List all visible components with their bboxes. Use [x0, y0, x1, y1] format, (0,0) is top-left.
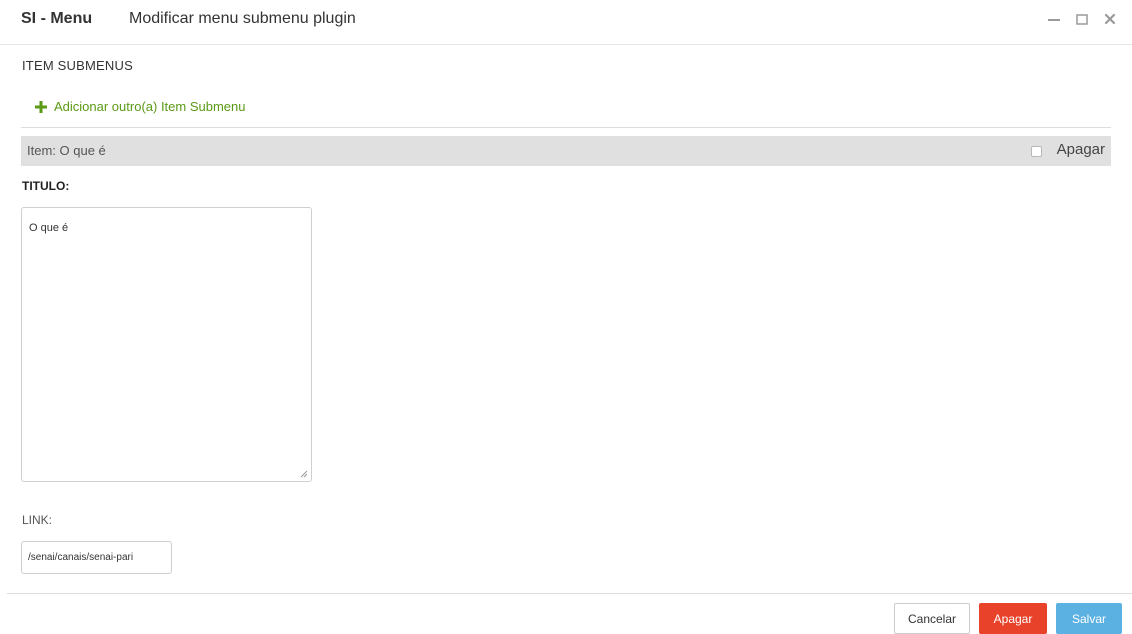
close-button[interactable]	[1102, 9, 1118, 29]
divider	[21, 127, 1111, 128]
link-input[interactable]: /senai/canais/senai-pari	[21, 541, 172, 574]
minimize-icon	[1048, 19, 1060, 21]
dialog-title: Modificar menu submenu plugin	[129, 10, 356, 27]
titulo-textarea[interactable]: O que é	[21, 207, 312, 482]
maximize-button[interactable]	[1074, 9, 1090, 29]
plus-icon	[35, 100, 47, 113]
maximize-icon	[1076, 14, 1088, 25]
section-heading: ITEM SUBMENUS	[22, 58, 133, 73]
dialog-titlebar: SI - Menu Modificar menu submenu plugin	[0, 0, 1132, 45]
delete-item-checkbox[interactable]	[1030, 145, 1042, 157]
item-label: Item: O que é	[27, 143, 106, 158]
link-value: /senai/canais/senai-pari	[28, 552, 134, 563]
delete-button[interactable]: Apagar	[979, 603, 1047, 634]
minimize-button[interactable]	[1046, 9, 1062, 29]
item-header-bar: Item: O que é Apagar	[21, 136, 1111, 166]
window-controls	[1046, 9, 1118, 29]
footer-divider	[7, 593, 1132, 594]
add-item-submenu-link[interactable]: Adicionar outro(a) Item Submenu	[35, 99, 245, 114]
titulo-value: O que é	[29, 222, 69, 234]
link-label: LINK:	[22, 513, 53, 527]
delete-item-toggle: Apagar	[1030, 141, 1105, 158]
close-icon	[1104, 13, 1116, 25]
delete-item-label: Apagar	[1056, 141, 1105, 158]
resize-grip-icon[interactable]	[300, 470, 308, 478]
cancel-button[interactable]: Cancelar	[894, 603, 970, 634]
save-button[interactable]: Salvar	[1056, 603, 1122, 634]
titulo-label: TITULO:	[22, 179, 70, 193]
add-link-label: Adicionar outro(a) Item Submenu	[54, 99, 246, 114]
app-name: SI - Menu	[21, 10, 93, 27]
